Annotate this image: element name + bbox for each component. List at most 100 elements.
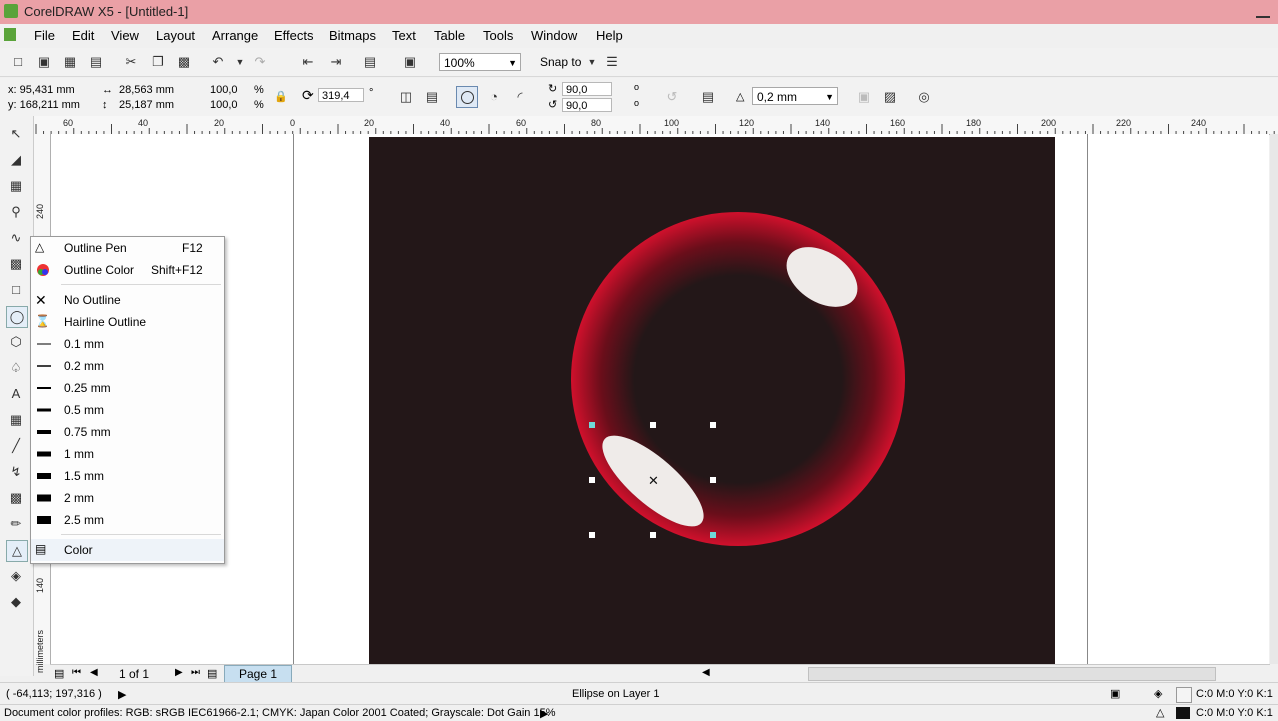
add-page-icon[interactable]: ▤	[54, 667, 64, 680]
freehand-tool-icon[interactable]: ∿	[6, 228, 26, 248]
minimize-button[interactable]	[1256, 6, 1270, 18]
connector-tool-icon[interactable]: ↯	[6, 462, 26, 482]
table-tool-icon[interactable]: ▦	[6, 410, 26, 430]
eyedropper-tool-icon[interactable]: ✏	[6, 514, 26, 534]
interactive-fill-tool-icon[interactable]: ◆	[6, 592, 26, 612]
shape-tool-icon[interactable]: ◢	[6, 150, 26, 170]
menu-item-2-5mm[interactable]: 2.5 mm	[31, 509, 224, 531]
menu-item-0-1mm[interactable]: 0.1 mm	[31, 333, 224, 355]
outline-tool-icon[interactable]: △	[6, 540, 28, 562]
horizontal-ruler[interactable]: 60 40 20 0 20 40 60 80 100 120 140 160 1…	[34, 116, 1278, 135]
first-page-icon[interactable]: ⏮	[72, 667, 81, 678]
object-width[interactable]: 28,563 mm	[119, 83, 174, 97]
expand-arrow-icon[interactable]: ▶	[540, 707, 548, 720]
options-icon[interactable]: ☰	[604, 54, 620, 70]
horizontal-scrollbar[interactable]	[808, 667, 1216, 681]
menu-item-0-25mm[interactable]: 0.25 mm	[31, 377, 224, 399]
convert-to-curves-icon[interactable]: ◎	[916, 89, 932, 105]
menu-edit[interactable]: Edit	[72, 28, 94, 43]
text-tool-icon[interactable]: A	[6, 384, 26, 404]
dark-background-rectangle[interactable]: ✕	[369, 137, 1055, 664]
new-icon[interactable]: □	[10, 54, 26, 70]
import-icon[interactable]: ⇤	[300, 54, 316, 70]
lock-ratio-icon[interactable]: 🔒	[274, 90, 288, 104]
paste-icon[interactable]: ▩	[176, 54, 192, 70]
zoom-tool-icon[interactable]: ⚲	[6, 202, 26, 222]
scale-y[interactable]: 100,0	[210, 98, 238, 112]
start-angle-field[interactable]: 90,0	[562, 82, 612, 96]
redo-icon[interactable]: ↷	[252, 54, 268, 70]
menu-item-color[interactable]: ▤ Color	[31, 539, 224, 561]
document-icon[interactable]	[4, 28, 16, 41]
fill-color-swatch[interactable]	[1176, 687, 1192, 703]
last-page-icon[interactable]: ⏭	[191, 667, 200, 678]
open-icon[interactable]: ▣	[36, 54, 52, 70]
menu-arrange[interactable]: Arrange	[212, 28, 258, 43]
polygon-tool-icon[interactable]: ⬡	[6, 332, 26, 352]
menu-item-0-5mm[interactable]: 0.5 mm	[31, 399, 224, 421]
next-page-icon[interactable]: ▶	[175, 667, 183, 678]
fill-tool-icon[interactable]: ◈	[6, 566, 26, 586]
menu-item-1-5mm[interactable]: 1.5 mm	[31, 465, 224, 487]
print-icon[interactable]: ▤	[88, 54, 104, 70]
scale-x[interactable]: 100,0	[210, 83, 238, 97]
arc-mode-icon[interactable]: ◜	[512, 89, 528, 105]
menu-item-0-2mm[interactable]: 0.2 mm	[31, 355, 224, 377]
rotation-angle-field[interactable]: 319,4	[318, 88, 364, 102]
ellipse-tool-icon[interactable]: ◯	[6, 306, 28, 328]
basic-shapes-tool-icon[interactable]: ♤	[6, 358, 26, 378]
x-position[interactable]: x: 95,431 mm	[8, 83, 75, 97]
menu-text[interactable]: Text	[392, 28, 416, 43]
undo-dropdown-icon[interactable]: ▼	[232, 54, 248, 70]
cut-icon[interactable]: ✂	[123, 54, 139, 70]
crop-tool-icon[interactable]: ▦	[6, 176, 26, 196]
mirror-vertical-icon[interactable]: ▤	[424, 89, 440, 105]
menu-item-no-outline[interactable]: ✕ No Outline	[31, 289, 224, 311]
menu-file[interactable]: File	[34, 28, 55, 43]
pie-mode-icon[interactable]: ◔	[486, 89, 502, 105]
menu-item-0-75mm[interactable]: 0.75 mm	[31, 421, 224, 443]
scroll-left-icon[interactable]: ◀	[702, 667, 710, 678]
to-front-icon[interactable]: ▣	[856, 89, 872, 105]
outline-width-combo[interactable]: 0,2 mm ▼	[752, 87, 838, 105]
snap-to-button[interactable]: Snap to	[540, 55, 581, 69]
menu-item-outline-color[interactable]: Outline Color Shift+F12	[31, 259, 224, 281]
outline-color-swatch[interactable]	[1176, 707, 1190, 719]
copy-icon[interactable]: ❐	[150, 54, 166, 70]
export-icon[interactable]: ⇥	[328, 54, 344, 70]
end-angle-field[interactable]: 90,0	[562, 98, 612, 112]
direction-icon[interactable]: ↺	[664, 89, 680, 105]
undo-icon[interactable]: ↶	[210, 54, 226, 70]
ellipse-mode-button[interactable]	[456, 86, 478, 108]
camera-icon[interactable]: ▣	[1110, 687, 1120, 700]
prev-page-icon[interactable]: ◀	[90, 667, 98, 678]
menu-effects[interactable]: Effects	[274, 28, 314, 43]
red-bubble-ellipse[interactable]	[571, 212, 905, 546]
object-height[interactable]: 25,187 mm	[119, 98, 174, 112]
menu-item-2mm[interactable]: 2 mm	[31, 487, 224, 509]
welcome-screen-icon[interactable]: ▣	[402, 54, 418, 70]
blend-tool-icon[interactable]: ▩	[6, 488, 26, 508]
menu-item-outline-pen[interactable]: △ Outline Pen F12	[31, 237, 224, 259]
menu-bitmaps[interactable]: Bitmaps	[329, 28, 376, 43]
menu-help[interactable]: Help	[596, 28, 623, 43]
rectangle-tool-icon[interactable]: □	[6, 280, 26, 300]
menu-table[interactable]: Table	[434, 28, 465, 43]
page-tab[interactable]: Page 1	[224, 665, 292, 683]
menu-tools[interactable]: Tools	[483, 28, 513, 43]
to-back-icon[interactable]: ▨	[882, 89, 898, 105]
y-position[interactable]: y: 168,211 mm	[8, 98, 80, 112]
vertical-scrollbar[interactable]	[1270, 134, 1278, 664]
pick-tool-icon[interactable]: ↖	[6, 124, 26, 144]
menu-view[interactable]: View	[111, 28, 139, 43]
menu-item-1mm[interactable]: 1 mm	[31, 443, 224, 465]
menu-window[interactable]: Window	[531, 28, 577, 43]
add-page-end-icon[interactable]: ▤	[207, 667, 217, 680]
zoom-combo[interactable]: 100% ▼	[439, 53, 521, 71]
mirror-horizontal-icon[interactable]: ◫	[398, 89, 414, 105]
save-icon[interactable]: ▦	[62, 54, 78, 70]
snap-dropdown-icon[interactable]: ▼	[584, 54, 600, 70]
application-launcher-icon[interactable]: ▤	[362, 54, 378, 70]
menu-layout[interactable]: Layout	[156, 28, 195, 43]
wrap-text-icon[interactable]: ▤	[700, 89, 716, 105]
